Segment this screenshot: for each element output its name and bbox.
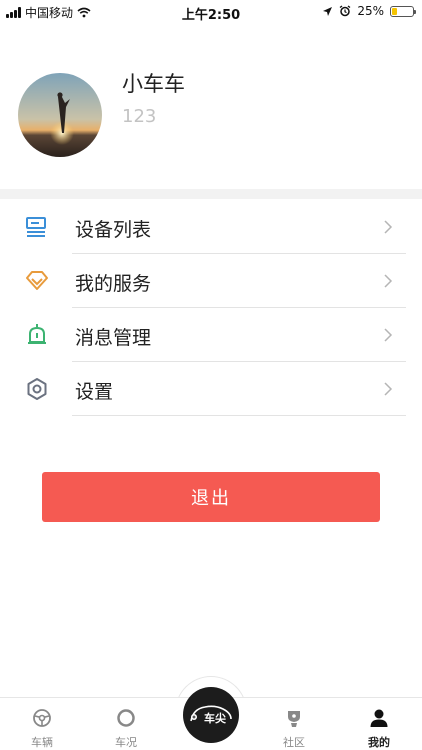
menu-item-settings[interactable]: 设置 bbox=[0, 362, 422, 416]
profile-header[interactable]: 小车车 123 bbox=[0, 22, 422, 190]
battery-icon bbox=[390, 5, 416, 17]
menu-item-label: 我的服务 bbox=[75, 273, 152, 295]
chevron-right-icon bbox=[384, 382, 393, 396]
menu-item-label: 消息管理 bbox=[75, 327, 152, 349]
chevron-right-icon bbox=[384, 220, 393, 234]
battery-fill bbox=[392, 7, 397, 15]
tab-label: 车辆 bbox=[31, 736, 53, 749]
menu-item-device-list[interactable]: 设备列表 bbox=[0, 200, 422, 254]
center-logo-label: 车尖 bbox=[204, 712, 226, 725]
battery-percent: 25% bbox=[357, 4, 384, 18]
chevron-right-icon bbox=[384, 328, 393, 342]
bell-icon bbox=[28, 324, 46, 344]
avatar-image bbox=[18, 73, 102, 157]
steering-wheel-icon bbox=[33, 709, 51, 727]
menu-item-message-management[interactable]: 消息管理 bbox=[0, 308, 422, 362]
tab-community[interactable]: 社区 bbox=[264, 698, 324, 750]
menu-item-label: 设备列表 bbox=[75, 219, 152, 241]
alarm-icon bbox=[339, 5, 351, 17]
diamond-icon bbox=[26, 271, 48, 290]
tab-label: 我的 bbox=[368, 736, 390, 749]
tab-mine[interactable]: 我的 bbox=[349, 698, 409, 750]
tab-label: 车况 bbox=[115, 736, 137, 749]
avatar[interactable] bbox=[18, 73, 102, 157]
community-icon bbox=[288, 711, 300, 727]
menu-list: 设备列表 我的服务 消息管理 设置 bbox=[0, 200, 422, 416]
device-list-icon bbox=[26, 217, 46, 237]
tab-center-logo-button[interactable]: 车尖 bbox=[183, 687, 239, 743]
profile-name: 小车车 bbox=[122, 72, 185, 96]
section-divider bbox=[0, 189, 422, 199]
menu-item-my-services[interactable]: 我的服务 bbox=[0, 254, 422, 308]
logout-button[interactable]: 退出 bbox=[42, 472, 380, 522]
tab-vehicle-condition[interactable]: 车况 bbox=[96, 698, 156, 750]
location-arrow-icon bbox=[323, 6, 333, 16]
status-right: 25% bbox=[322, 4, 416, 18]
tab-vehicle[interactable]: 车辆 bbox=[12, 698, 72, 750]
circle-icon bbox=[117, 709, 135, 727]
status-bar: 中国移动 上午2:50 25% bbox=[0, 0, 422, 23]
tab-label: 社区 bbox=[283, 736, 305, 749]
settings-hexagon-icon bbox=[27, 378, 47, 400]
chevron-right-icon bbox=[384, 274, 393, 288]
profile-id: 123 bbox=[122, 106, 157, 127]
divider bbox=[72, 415, 406, 416]
menu-item-label: 设置 bbox=[75, 381, 114, 403]
person-icon bbox=[370, 709, 388, 727]
